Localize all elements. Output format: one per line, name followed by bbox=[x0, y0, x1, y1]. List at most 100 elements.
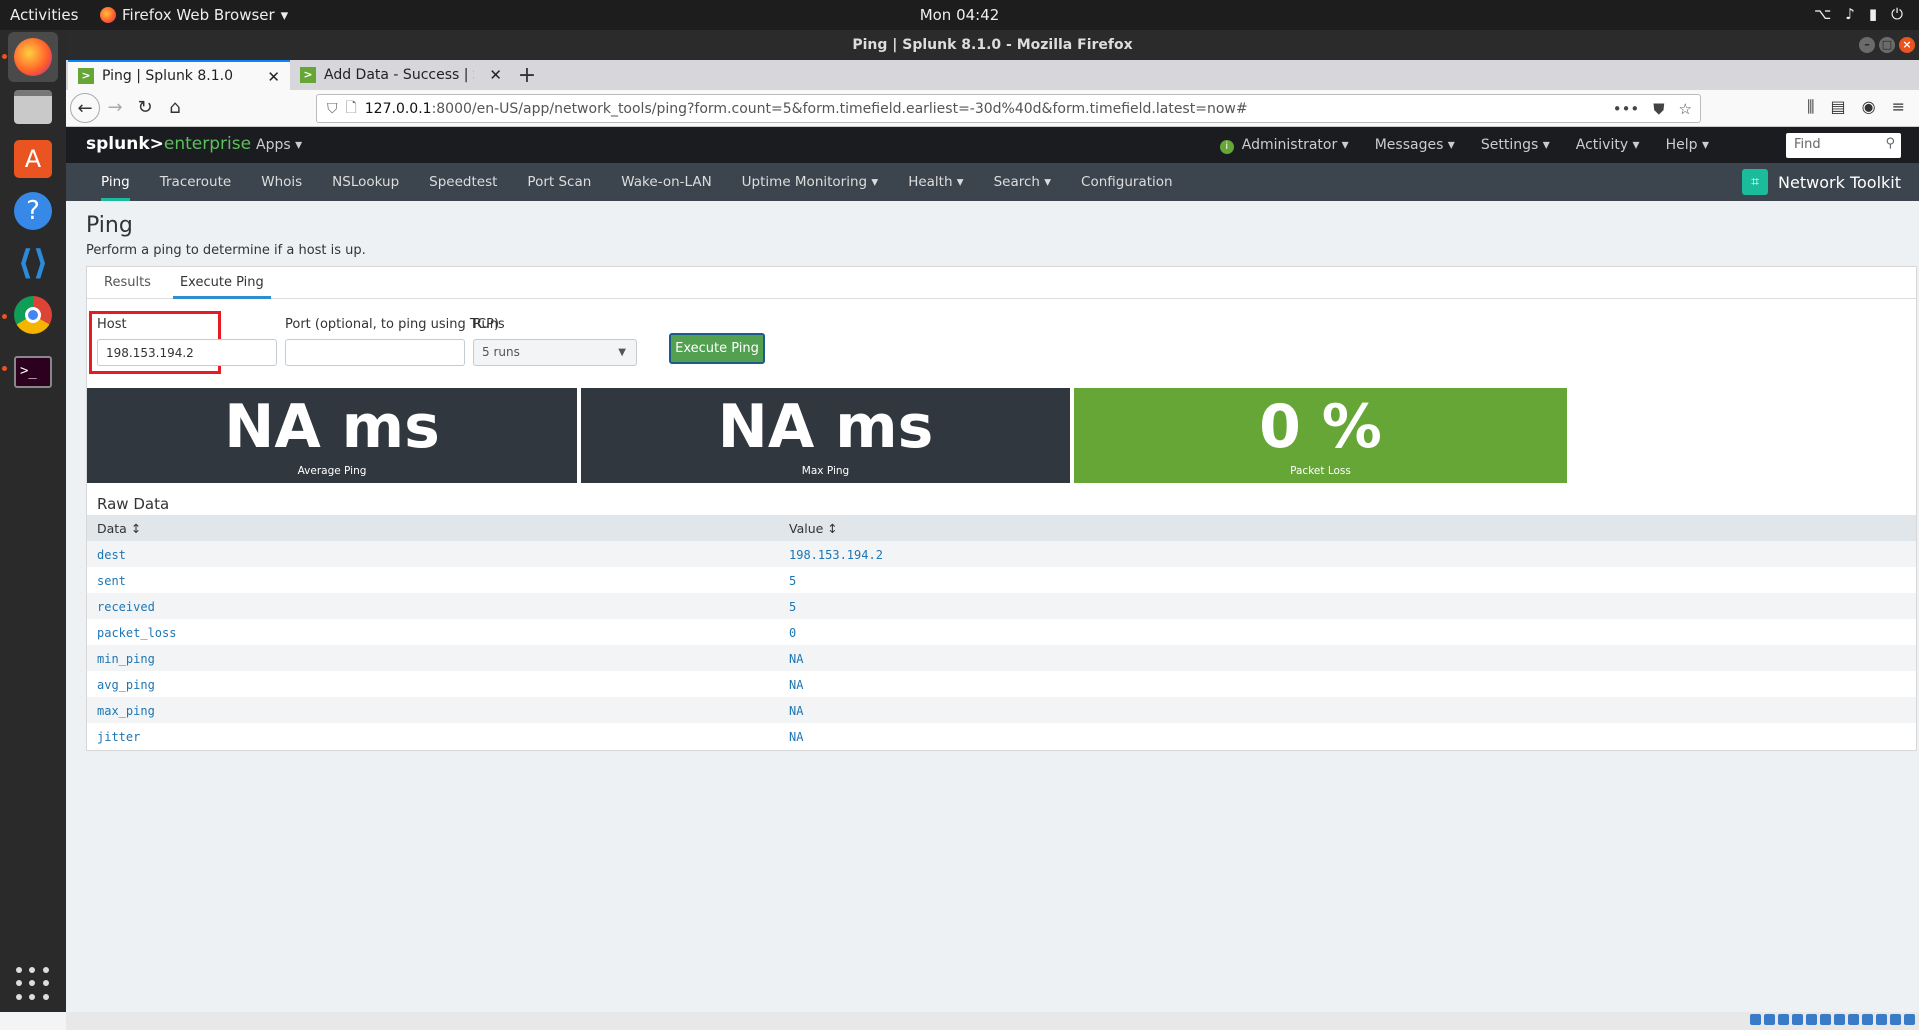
url-bar[interactable]: ⛉ 🗋 127.0.0.1:8000/en-US/app/network_too… bbox=[316, 94, 1701, 123]
single-label: Packet Loss bbox=[1290, 465, 1351, 477]
maximize-button[interactable]: □ bbox=[1879, 37, 1895, 53]
splunk-logo[interactable]: splunk>enterprise bbox=[86, 134, 251, 154]
nav-search[interactable]: Search ▾ bbox=[979, 163, 1066, 201]
runs-select[interactable]: 5 runs ▼ bbox=[473, 339, 637, 366]
dock-help[interactable]: ? bbox=[8, 186, 58, 236]
dock-vscode[interactable]: ⟨⟩ bbox=[8, 238, 58, 288]
dock-terminal[interactable]: >_ bbox=[8, 342, 58, 392]
cell-data[interactable]: min_ping bbox=[97, 652, 155, 666]
execute-ping-button[interactable]: Execute Ping bbox=[669, 333, 765, 364]
cell-value[interactable]: 5 bbox=[789, 574, 796, 588]
network-toolkit-icon: ⌗ bbox=[1742, 169, 1769, 195]
single-value: NA ms bbox=[717, 392, 934, 462]
app-name[interactable]: ⌗ Network Toolkit bbox=[1742, 169, 1901, 195]
splunk-header: splunk>enterprise Apps ▾ i Administrator … bbox=[66, 127, 1919, 163]
cell-value[interactable]: NA bbox=[789, 678, 803, 692]
home-button[interactable]: ⌂ bbox=[160, 93, 190, 123]
cell-data[interactable]: jitter bbox=[97, 730, 140, 744]
cell-data[interactable]: received bbox=[97, 600, 155, 614]
tab-execute-ping[interactable]: Execute Ping bbox=[172, 267, 271, 299]
table-row: jitter NA bbox=[87, 723, 1916, 749]
dock: A ? ⟨⟩ >_ bbox=[0, 30, 66, 1012]
sidebar-icon[interactable]: ▤ bbox=[1831, 97, 1846, 117]
show-applications-icon[interactable] bbox=[16, 967, 50, 1001]
reload-button[interactable]: ↻ bbox=[130, 93, 160, 123]
cell-value[interactable]: NA bbox=[789, 652, 803, 666]
table-row: avg_ping NA bbox=[87, 671, 1916, 697]
messages-menu[interactable]: Messages ▾ bbox=[1375, 137, 1455, 154]
single-label: Average Ping bbox=[297, 465, 367, 477]
help-menu[interactable]: Help ▾ bbox=[1666, 137, 1709, 154]
nav-wake-on-lan[interactable]: Wake-on-LAN bbox=[606, 163, 726, 201]
table-row: packet_loss 0 bbox=[87, 619, 1916, 645]
tab-results[interactable]: Results bbox=[97, 267, 158, 298]
page-actions-icon[interactable]: ••• bbox=[1613, 100, 1640, 118]
hamburger-menu-icon[interactable]: ≡ bbox=[1892, 97, 1905, 117]
new-tab-button[interactable]: + bbox=[512, 62, 542, 90]
nav-whois[interactable]: Whois bbox=[246, 163, 317, 201]
nav-nslookup[interactable]: NSLookup bbox=[317, 163, 414, 201]
terminal-icon: >_ bbox=[14, 356, 52, 388]
host-label: Host bbox=[97, 317, 127, 332]
window-title: Ping | Splunk 8.1.0 - Mozilla Firefox bbox=[852, 37, 1133, 53]
cell-data[interactable]: packet_loss bbox=[97, 626, 176, 640]
port-label: Port (optional, to ping using TCP) bbox=[285, 317, 500, 332]
nav-uptime-monitoring[interactable]: Uptime Monitoring ▾ bbox=[727, 163, 894, 201]
port-input[interactable] bbox=[285, 339, 465, 366]
vm-status-strip bbox=[66, 1012, 1919, 1030]
nav-configuration[interactable]: Configuration bbox=[1066, 163, 1188, 201]
find-input[interactable]: Find ⚲ bbox=[1786, 133, 1901, 158]
back-button[interactable]: ← bbox=[70, 93, 100, 123]
pocket-icon[interactable]: ⛊ bbox=[1653, 100, 1664, 118]
column-header-value[interactable]: Value ↕ bbox=[789, 521, 838, 536]
dock-software[interactable]: A bbox=[8, 134, 58, 184]
close-tab-icon[interactable]: ✕ bbox=[267, 68, 280, 86]
dock-chrome[interactable] bbox=[8, 290, 58, 340]
table-row: dest 198.153.194.2 bbox=[87, 541, 1916, 567]
apps-menu[interactable]: Apps ▾ bbox=[256, 137, 302, 153]
table-row: max_ping NA bbox=[87, 697, 1916, 723]
splunk-favicon-icon: > bbox=[300, 67, 316, 83]
app-navigation: Ping Traceroute Whois NSLookup Speedtest… bbox=[66, 163, 1919, 201]
browser-tab-ping[interactable]: > Ping | Splunk 8.1.0 ✕ bbox=[68, 60, 290, 90]
nav-port-scan[interactable]: Port Scan bbox=[512, 163, 606, 201]
page-content: Ping Perform a ping to determine if a ho… bbox=[66, 201, 1919, 1012]
cell-value[interactable]: 198.153.194.2 bbox=[789, 548, 883, 562]
vm-status-icons bbox=[1750, 1014, 1915, 1025]
browser-tab-add-data[interactable]: > Add Data - Success | Splu ✕ bbox=[290, 60, 512, 90]
close-window-button[interactable]: × bbox=[1899, 37, 1915, 53]
nav-traceroute[interactable]: Traceroute bbox=[145, 163, 246, 201]
column-header-data[interactable]: Data ↕ bbox=[97, 521, 141, 536]
bookmark-star-icon[interactable]: ☆ bbox=[1679, 100, 1692, 118]
clock[interactable]: Mon 04:42 bbox=[0, 6, 1919, 24]
cell-data[interactable]: max_ping bbox=[97, 704, 155, 718]
library-icon[interactable]: ⫼ bbox=[1807, 97, 1814, 117]
url-path: :8000/en-US/app/network_tools/ping?form.… bbox=[431, 100, 1248, 117]
cell-value[interactable]: 5 bbox=[789, 600, 796, 614]
activity-menu[interactable]: Activity ▾ bbox=[1576, 137, 1640, 154]
find-placeholder: Find bbox=[1794, 137, 1821, 152]
cell-value[interactable]: 0 bbox=[789, 626, 796, 640]
port-field: Port (optional, to ping using TCP) bbox=[285, 317, 499, 366]
account-icon[interactable]: ◉ bbox=[1862, 97, 1876, 117]
host-input[interactable] bbox=[97, 339, 277, 366]
cell-data[interactable]: avg_ping bbox=[97, 678, 155, 692]
cell-value[interactable]: NA bbox=[789, 704, 803, 718]
administrator-menu[interactable]: i Administrator ▾ bbox=[1219, 137, 1349, 154]
nav-health[interactable]: Health ▾ bbox=[893, 163, 978, 201]
forward-button[interactable]: → bbox=[100, 93, 130, 123]
tab-label: Ping | Splunk 8.1.0 bbox=[102, 68, 233, 84]
minimize-button[interactable]: – bbox=[1859, 37, 1875, 53]
system-tray[interactable]: ⌥ ♪ ▮ ⏻ bbox=[1814, 5, 1903, 23]
nav-ping[interactable]: Ping bbox=[86, 163, 145, 201]
dock-firefox[interactable] bbox=[8, 32, 58, 82]
nav-speedtest[interactable]: Speedtest bbox=[414, 163, 512, 201]
dock-files[interactable] bbox=[8, 82, 58, 132]
single-label: Max Ping bbox=[801, 465, 850, 477]
close-tab-icon[interactable]: ✕ bbox=[489, 66, 502, 84]
cell-data[interactable]: sent bbox=[97, 574, 126, 588]
settings-menu[interactable]: Settings ▾ bbox=[1481, 137, 1550, 154]
cell-data[interactable]: dest bbox=[97, 548, 126, 562]
page-info-icon: 🗋 bbox=[345, 99, 357, 116]
cell-value[interactable]: NA bbox=[789, 730, 803, 744]
